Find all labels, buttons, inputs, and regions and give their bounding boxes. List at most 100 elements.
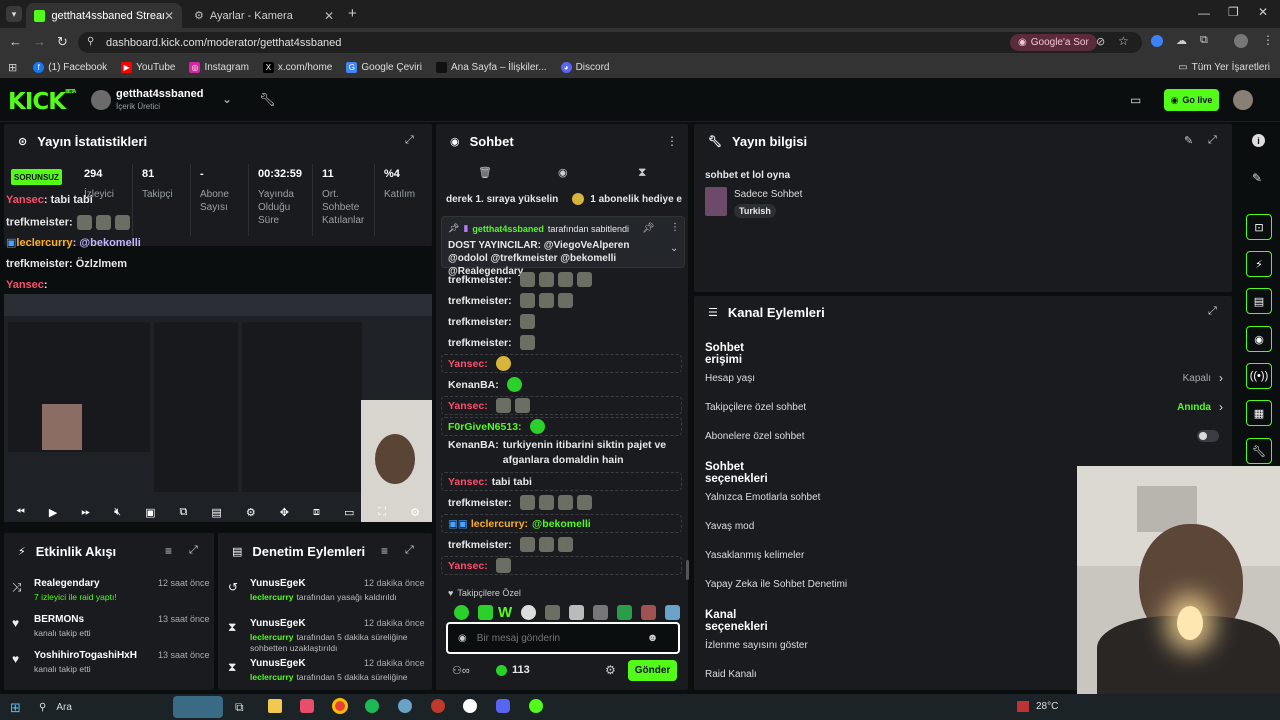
gear-icon[interactable]: ⚙ — [410, 506, 420, 519]
new-tab-icon[interactable]: + — [348, 5, 357, 22]
task-view-icon[interactable]: ⧉ — [235, 700, 244, 715]
chat-settings-icon[interactable]: ⚙ — [605, 663, 616, 677]
all-bookmarks[interactable]: ▭ Tüm Yer İşaretleri — [1178, 62, 1270, 73]
pip-icon[interactable]: ⧈ — [313, 506, 320, 519]
eye-off-icon[interactable]: ⊘ — [1096, 35, 1105, 48]
bookmark-youtube[interactable]: ▶ YouTube — [121, 61, 175, 73]
more-menu-icon[interactable]: ⋮ — [670, 222, 680, 233]
filter-icon[interactable]: ≡ — [381, 544, 388, 558]
chat-username[interactable]: leclercurry: — [471, 518, 528, 530]
chat-message[interactable]: Yansec: — [441, 396, 682, 415]
stream-category[interactable]: Sadece Sohbet — [734, 189, 802, 200]
trash-icon[interactable]: 🗑︎ — [478, 166, 492, 179]
chat-message[interactable]: trefkmeister: — [448, 535, 680, 554]
chat-input[interactable]: ◉ ☻ — [446, 622, 680, 654]
popout-icon[interactable]: ⤢ — [1208, 134, 1217, 147]
forward-icon[interactable]: → — [33, 34, 46, 49]
chat-message[interactable]: trefkmeister: — [448, 312, 680, 331]
chat-message[interactable]: Yansec: tabi tabi — [441, 472, 682, 491]
file-explorer-icon[interactable] — [268, 699, 282, 713]
channel-points-value[interactable]: 113 — [512, 664, 530, 676]
bookmark-facebook[interactable]: f (1) Facebook — [33, 61, 107, 73]
play-icon[interactable]: ▶ — [49, 506, 57, 519]
star-icon[interactable]: ☆ — [1118, 34, 1129, 48]
moderation-target[interactable]: leclercurry — [250, 592, 293, 602]
edit-icon[interactable]: ✎ — [1184, 134, 1193, 147]
app-icon[interactable] — [398, 699, 412, 713]
emote-icon[interactable] — [545, 604, 561, 620]
popout-icon[interactable]: ⤢ — [405, 134, 414, 147]
emote-icon[interactable] — [569, 604, 585, 620]
sidebar-tool-7[interactable]: 🔧︎ — [1246, 438, 1272, 464]
chat-message[interactable]: ▣▣ leclercurry: @bekomelli — [441, 514, 682, 533]
stream-preview[interactable]: ⏪︎ ▶ ⏩︎ 🔇︎ ▣ ⧉ ▤ ⚙ ✥ ⧈ ▭ ⛶ ⚙ — [4, 294, 432, 522]
app-icon[interactable] — [431, 699, 445, 713]
unpin-icon[interactable]: 📌︎ — [642, 223, 655, 234]
chat-username[interactable]: KenanBA: — [448, 438, 499, 453]
hourglass-icon[interactable]: ⧗ — [638, 165, 646, 180]
puzzle-icon[interactable]: ⧉ — [1200, 34, 1208, 47]
users-icon[interactable]: ⚇∞ — [452, 664, 470, 677]
info-icon[interactable]: i — [1252, 134, 1265, 147]
moderation-target[interactable]: leclercurry — [250, 632, 293, 642]
go-live-button[interactable]: ◉ Go live — [1164, 89, 1219, 111]
chat-scrollbar[interactable] — [686, 560, 689, 580]
popout-icon[interactable]: ⤢ — [1208, 305, 1217, 318]
bookmark-discord[interactable]: ◕ Discord — [560, 61, 609, 73]
edit-icon[interactable]: ✎ — [1252, 171, 1262, 185]
minimize-icon[interactable]: — — [1198, 6, 1210, 20]
rewind-icon[interactable]: ⏪︎ — [16, 506, 25, 519]
activity-name[interactable]: BERMONs — [34, 614, 84, 625]
chat-message[interactable]: trefkmeister: — [448, 493, 680, 512]
stream-tag[interactable]: Turkish — [734, 204, 776, 218]
emoji-icon[interactable]: ☻ — [647, 632, 659, 644]
windows-start-icon[interactable]: ⊞ — [10, 700, 21, 716]
settings-icon[interactable]: ⚙ — [246, 506, 256, 519]
wrench-icon[interactable]: 🔧︎ — [259, 92, 276, 108]
channel-name[interactable]: getthat4ssbaned — [116, 88, 203, 100]
emote-icon[interactable]: W — [498, 604, 512, 621]
camera-icon[interactable]: ▣ — [145, 506, 155, 519]
sidebar-tool-5[interactable]: ((•)) — [1246, 363, 1272, 389]
fullscreen-icon[interactable]: ⛶ — [378, 506, 386, 519]
moderation-name[interactable]: YunusEgeK — [250, 658, 306, 669]
emote-icon[interactable] — [616, 604, 632, 620]
bookmark-translate[interactable]: G Google Çeviri — [346, 61, 422, 73]
chrome-icon[interactable] — [332, 698, 348, 714]
chat-message[interactable]: trefkmeister: — [448, 270, 680, 289]
close-window-icon[interactable]: ✕ — [1258, 5, 1268, 19]
restore-icon[interactable]: ❐ — [1228, 5, 1239, 19]
moderation-name[interactable]: YunusEgeK — [250, 578, 306, 589]
chat-message[interactable]: F0rGiveN6513: — [441, 417, 682, 436]
theater-icon[interactable]: ▭ — [344, 506, 354, 519]
emote-icon[interactable] — [521, 604, 537, 620]
extension-icon[interactable] — [1151, 35, 1163, 47]
activity-name[interactable]: YoshihiroTogashiHxH — [34, 650, 137, 661]
taskbar-widget-image[interactable] — [173, 696, 223, 718]
sidebar-tool-6[interactable]: ▦ — [1246, 400, 1272, 426]
subscriber-only-toggle[interactable] — [1197, 430, 1219, 442]
chat-username[interactable]: F0rGiveN6513: — [448, 421, 522, 433]
chat-username[interactable]: KenanBA: — [448, 379, 499, 391]
bookmark-home[interactable]: Ana Sayfa – İlişkiler... — [435, 61, 547, 73]
emote-icon[interactable] — [640, 604, 656, 620]
clip-icon[interactable]: ⧉ — [180, 506, 188, 519]
chat-username[interactable]: Yansec: — [448, 358, 488, 370]
google-ask-button[interactable]: ◉ Google'a Sor — [1010, 34, 1097, 51]
close-tab-icon[interactable]: ✕ — [324, 9, 334, 23]
chat-username[interactable]: Yansec: — [448, 400, 488, 412]
theater-mode-icon[interactable]: ▭ — [1130, 93, 1141, 107]
filter-icon[interactable]: ≡ — [165, 544, 172, 558]
more-menu-icon[interactable]: ⋮ — [1262, 33, 1274, 47]
bookmark-instagram[interactable]: ◎ Instagram — [189, 61, 249, 73]
chat-icon[interactable]: ◉ — [558, 166, 568, 179]
setting-row[interactable]: Abonelere özel sohbet — [705, 428, 1223, 444]
send-button[interactable]: Gönder — [628, 660, 677, 681]
setting-row[interactable]: Takipçilere özel sohbet Anında › — [705, 399, 1223, 415]
sidebar-tool-4[interactable]: ◉ — [1246, 326, 1272, 352]
emote-icon[interactable] — [664, 604, 680, 620]
popout-icon[interactable]: ⤢ — [189, 544, 198, 557]
more-menu-icon[interactable]: ⋮ — [666, 134, 678, 148]
chevron-down-icon[interactable]: ⌄ — [670, 243, 678, 254]
obs-icon[interactable] — [463, 699, 477, 713]
